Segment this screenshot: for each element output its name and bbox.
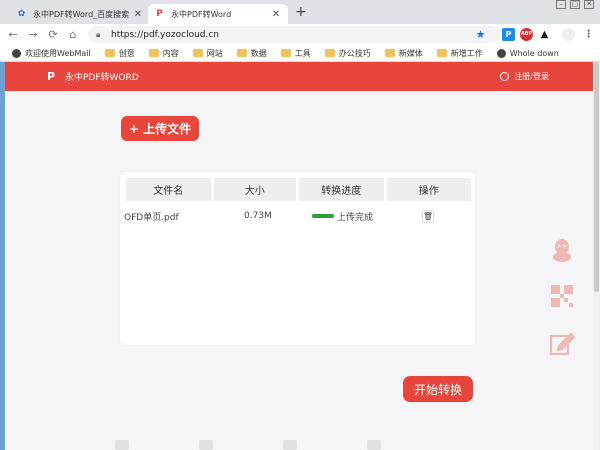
- folder-icon: [384, 49, 395, 57]
- progress-status: 上传完成: [337, 212, 374, 223]
- globe-icon: [12, 48, 21, 58]
- bookmark-item[interactable]: 新媒体: [384, 48, 423, 59]
- yozo-logo-icon: P: [47, 69, 56, 83]
- login-label: 注册/登录: [514, 72, 549, 81]
- column-header: 大小: [213, 178, 297, 201]
- new-tab-button[interactable]: +: [295, 4, 307, 20]
- start-convert-button[interactable]: 开始转换: [403, 376, 473, 402]
- menu-icon[interactable]: ⋮: [582, 28, 595, 41]
- page-content: P 永中PDF转WORD 注册/登录 + 上传文件 文件名 大小 转换进度 操作…: [5, 62, 593, 450]
- footer-icon: [115, 440, 129, 450]
- site-logo[interactable]: P 永中PDF转WORD: [47, 70, 139, 83]
- folder-icon: [148, 49, 159, 57]
- reload-icon[interactable]: ⟳: [46, 28, 60, 41]
- close-icon[interactable]: ✕: [270, 9, 282, 20]
- conversion-progress: 上传完成: [312, 210, 422, 223]
- bookmark-label: 工具: [294, 48, 311, 58]
- address-text: https://pdf.yozocloud.cn: [111, 29, 220, 40]
- bookmark-label: 新媒体: [398, 48, 423, 58]
- bookmark-item[interactable]: 欢迎使用WebMail: [12, 48, 91, 59]
- yozo-p-icon: P: [156, 9, 163, 19]
- column-header: 操作: [386, 178, 472, 201]
- browser-toolbar: ← → ⟳ ⌂ 🔒︎ https://pdf.yozocloud.cn ★ P …: [0, 24, 600, 45]
- bookmark-item[interactable]: 网站: [192, 48, 223, 59]
- qrcode-icon[interactable]: [548, 282, 576, 310]
- folder-icon: [104, 49, 115, 57]
- table-row: OFD单页.pdf 0.73M 上传完成 🗑︎: [124, 208, 469, 224]
- minimize-icon[interactable]: –: [556, 0, 566, 9]
- folder-icon: [280, 49, 291, 57]
- bookmark-label: 欢迎使用WebMail: [25, 48, 91, 58]
- home-icon[interactable]: ⌂: [66, 28, 80, 41]
- edit-icon[interactable]: [548, 330, 576, 358]
- file-size: 0.73M: [244, 211, 272, 221]
- window-controls: – □ ✕: [556, 0, 594, 9]
- table-header: 文件名 大小 转换进度 操作: [126, 178, 472, 201]
- bookmark-label: 新增工作: [450, 48, 483, 58]
- close-window-icon[interactable]: ✕: [584, 0, 594, 9]
- logo-text: 永中PDF转WORD: [65, 73, 139, 83]
- bookmark-label: 数据: [250, 48, 267, 58]
- footer-icon: [199, 440, 213, 450]
- bookmark-item[interactable]: 办公技巧: [324, 48, 371, 59]
- close-icon[interactable]: ✕: [132, 9, 144, 20]
- baidu-paw-icon: ✿: [17, 9, 26, 19]
- bookmark-item[interactable]: Whole down: [496, 48, 559, 58]
- file-table: 文件名 大小 转换进度 操作 OFD单页.pdf 0.73M 上传完成 🗑︎: [120, 172, 475, 345]
- folder-icon: [236, 49, 247, 57]
- user-icon: [500, 72, 510, 81]
- globe-icon: [496, 48, 506, 58]
- tab-strip: ✿ 永中PDF转Word_百度搜索 ✕ P 永中PDF转Word ✕ + – □…: [0, 0, 600, 24]
- folder-icon: [192, 49, 203, 57]
- bookmark-label: 网站: [206, 48, 223, 58]
- forward-icon[interactable]: →: [26, 28, 40, 41]
- footer-icons: [115, 440, 475, 450]
- tab-yozo-pdf[interactable]: P 永中PDF转Word ✕: [148, 4, 288, 24]
- extension-cap-icon[interactable]: ▲: [538, 28, 551, 41]
- scrollbar[interactable]: [593, 62, 600, 450]
- tab-title: 永中PDF转Word: [171, 9, 232, 19]
- column-header: 文件名: [126, 178, 211, 201]
- bookmark-item[interactable]: 数据: [236, 48, 267, 59]
- bookmark-label: 创意: [118, 48, 135, 58]
- delete-icon[interactable]: 🗑︎: [422, 209, 434, 223]
- extension-profile-icon[interactable]: [562, 28, 575, 41]
- progress-bar: [312, 214, 334, 218]
- maximize-icon[interactable]: □: [570, 0, 580, 9]
- bookmark-label: Whole down: [509, 48, 559, 58]
- bookmark-item[interactable]: 内容: [148, 48, 179, 59]
- site-header: P 永中PDF转WORD 注册/登录: [5, 62, 593, 91]
- footer-icon: [367, 440, 381, 450]
- folder-icon: [324, 49, 335, 57]
- tab-title: 永中PDF转Word_百度搜索: [33, 9, 130, 19]
- file-name: OFD单页.pdf: [124, 212, 179, 223]
- qq-icon[interactable]: [548, 236, 576, 264]
- bookmark-item[interactable]: 新增工作: [436, 48, 483, 59]
- folder-icon: [436, 49, 447, 57]
- extension-abp-icon[interactable]: ABP: [520, 28, 533, 41]
- bookmarks-bar: 欢迎使用WebMail 创意 内容 网站 数据 工具 办公技巧 新媒体 新增工作…: [0, 45, 600, 62]
- lock-icon: 🔒︎: [96, 30, 101, 39]
- extension-p-icon[interactable]: P: [502, 28, 515, 41]
- star-icon[interactable]: ★: [474, 28, 487, 41]
- login-link[interactable]: 注册/登录: [500, 71, 549, 82]
- back-icon[interactable]: ←: [6, 28, 20, 41]
- bookmark-label: 内容: [162, 48, 179, 58]
- footer-icon: [283, 440, 297, 450]
- upload-file-button[interactable]: + 上传文件: [121, 116, 199, 141]
- bookmark-item[interactable]: 工具: [280, 48, 311, 59]
- tab-baidu-search[interactable]: ✿ 永中PDF转Word_百度搜索 ✕: [10, 4, 150, 24]
- bookmark-item[interactable]: 创意: [104, 48, 135, 59]
- address-bar[interactable]: 🔒︎ https://pdf.yozocloud.cn: [88, 26, 500, 43]
- column-header: 转换进度: [299, 178, 384, 201]
- scrollbar-thumb[interactable]: [594, 62, 599, 292]
- bookmark-label: 办公技巧: [338, 48, 371, 58]
